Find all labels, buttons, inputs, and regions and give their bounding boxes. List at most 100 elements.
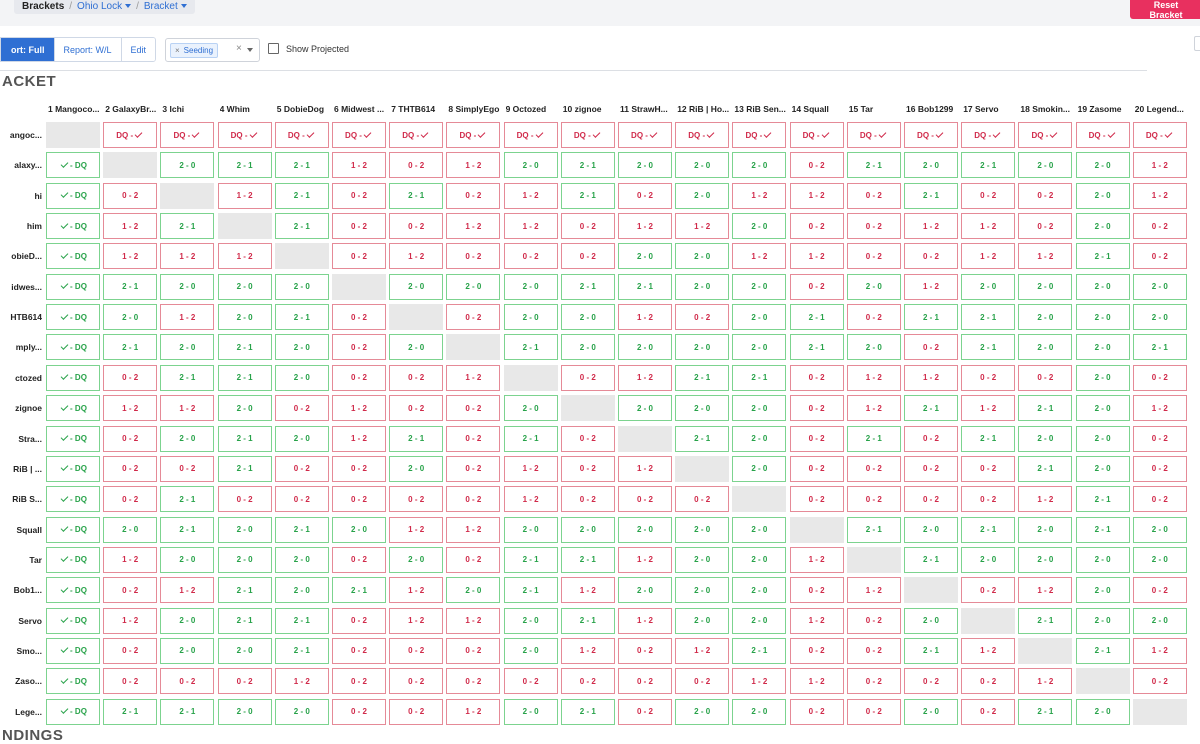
match-result-cell[interactable]: 2 - 0	[103, 304, 158, 331]
match-result-cell[interactable]: 0 - 2	[789, 152, 844, 179]
match-result-cell[interactable]: DQ -	[446, 122, 501, 148]
match-result-cell[interactable]: 2 - 0	[274, 546, 329, 573]
match-result-cell[interactable]: 2 - 0	[446, 577, 501, 604]
match-result-cell[interactable]: 2 - 0	[904, 516, 958, 543]
match-result-cell[interactable]: 1 - 2	[1132, 182, 1187, 209]
match-result-cell[interactable]: 2 - 0	[1018, 516, 1073, 543]
match-result-cell[interactable]: 1 - 2	[732, 668, 787, 695]
match-result-cell[interactable]: 2 - 1	[160, 364, 215, 391]
match-result-cell[interactable]: DQ -	[217, 122, 272, 148]
match-result-cell[interactable]: 2 - 0	[274, 273, 329, 300]
match-result-cell[interactable]: 1 - 2	[1132, 395, 1187, 422]
match-result-cell[interactable]: 2 - 1	[1132, 334, 1187, 361]
match-result-cell[interactable]: 2 - 0	[560, 334, 615, 361]
match-result-cell[interactable]: 2 - 0	[274, 364, 329, 391]
match-result-cell[interactable]: DQ -	[1018, 122, 1073, 148]
match-result-cell[interactable]: 2 - 1	[160, 516, 215, 543]
match-result-cell[interactable]: 2 - 1	[503, 577, 558, 604]
match-result-cell[interactable]: 1 - 2	[160, 304, 215, 331]
match-result-cell[interactable]: 0 - 2	[103, 455, 158, 482]
match-result-cell[interactable]: - DQ	[46, 152, 100, 179]
match-result-cell[interactable]: 0 - 2	[618, 637, 672, 664]
match-result-cell[interactable]: 0 - 2	[503, 243, 558, 270]
match-result-cell[interactable]: 0 - 2	[560, 486, 615, 513]
match-result-cell[interactable]: 0 - 2	[846, 698, 901, 725]
match-result-cell[interactable]: 0 - 2	[332, 182, 386, 209]
match-result-cell[interactable]: 1 - 2	[560, 577, 615, 604]
match-result-cell[interactable]: DQ -	[675, 122, 730, 148]
match-result-cell[interactable]: 2 - 1	[274, 152, 329, 179]
match-result-cell[interactable]: 1 - 2	[332, 425, 386, 452]
match-result-cell[interactable]: 0 - 2	[1018, 182, 1073, 209]
empty-cell[interactable]	[332, 273, 386, 300]
match-result-cell[interactable]: 2 - 0	[389, 273, 444, 300]
match-result-cell[interactable]: 1 - 2	[1018, 577, 1073, 604]
match-result-cell[interactable]: 1 - 2	[446, 364, 501, 391]
match-result-cell[interactable]: 2 - 1	[560, 607, 615, 634]
match-result-cell[interactable]: 2 - 0	[1132, 273, 1187, 300]
breadcrumb-view-dropdown[interactable]: Bracket	[144, 1, 187, 12]
match-result-cell[interactable]: 0 - 2	[789, 273, 844, 300]
match-result-cell[interactable]: 0 - 2	[904, 486, 958, 513]
match-result-cell[interactable]: 0 - 2	[446, 546, 501, 573]
match-result-cell[interactable]: 2 - 0	[675, 395, 730, 422]
match-result-cell[interactable]: 2 - 1	[389, 425, 444, 452]
match-result-cell[interactable]: 2 - 1	[904, 546, 958, 573]
match-result-cell[interactable]: 1 - 2	[961, 243, 1016, 270]
match-result-cell[interactable]: 1 - 2	[103, 546, 158, 573]
match-result-cell[interactable]: 0 - 2	[103, 425, 158, 452]
match-result-cell[interactable]: 2 - 1	[560, 152, 615, 179]
match-result-cell[interactable]: 0 - 2	[332, 486, 386, 513]
match-result-cell[interactable]: 2 - 0	[103, 516, 158, 543]
breadcrumb-root[interactable]: Brackets	[22, 1, 64, 12]
empty-cell[interactable]	[618, 425, 672, 452]
match-result-cell[interactable]: 2 - 0	[732, 698, 787, 725]
match-result-cell[interactable]: 1 - 2	[446, 152, 501, 179]
match-result-cell[interactable]: 2 - 1	[846, 152, 901, 179]
match-result-cell[interactable]: 1 - 2	[789, 607, 844, 634]
match-result-cell[interactable]: DQ -	[618, 122, 672, 148]
match-result-cell[interactable]: 1 - 2	[1018, 486, 1073, 513]
match-result-cell[interactable]: 0 - 2	[274, 455, 329, 482]
match-result-cell[interactable]: 2 - 0	[1075, 607, 1130, 634]
match-result-cell[interactable]: 2 - 0	[1018, 304, 1073, 331]
match-result-cell[interactable]: 0 - 2	[1132, 668, 1187, 695]
match-result-cell[interactable]: 0 - 2	[675, 304, 730, 331]
match-result-cell[interactable]: - DQ	[46, 455, 100, 482]
match-result-cell[interactable]: - DQ	[46, 577, 100, 604]
match-result-cell[interactable]: 0 - 2	[332, 607, 386, 634]
match-result-cell[interactable]: 1 - 2	[732, 182, 787, 209]
match-result-cell[interactable]: 0 - 2	[332, 546, 386, 573]
match-result-cell[interactable]: 0 - 2	[961, 668, 1016, 695]
match-result-cell[interactable]: 0 - 2	[961, 182, 1016, 209]
match-result-cell[interactable]: - DQ	[46, 243, 100, 270]
match-result-cell[interactable]: 2 - 1	[1075, 516, 1130, 543]
match-result-cell[interactable]: 2 - 0	[1132, 516, 1187, 543]
match-result-cell[interactable]: 2 - 1	[904, 182, 958, 209]
match-result-cell[interactable]: 0 - 2	[332, 334, 386, 361]
match-result-cell[interactable]: 2 - 1	[1075, 243, 1130, 270]
match-result-cell[interactable]: 1 - 2	[904, 213, 958, 240]
match-result-cell[interactable]: DQ -	[560, 122, 615, 148]
match-result-cell[interactable]: 2 - 0	[1075, 213, 1130, 240]
match-result-cell[interactable]: 2 - 0	[560, 516, 615, 543]
match-result-cell[interactable]: 0 - 2	[217, 668, 272, 695]
match-result-cell[interactable]: 2 - 0	[160, 637, 215, 664]
match-result-cell[interactable]: 2 - 0	[1075, 152, 1130, 179]
match-result-cell[interactable]: 2 - 0	[1075, 364, 1130, 391]
match-result-cell[interactable]: 0 - 2	[846, 304, 901, 331]
match-result-cell[interactable]: 2 - 0	[1075, 182, 1130, 209]
match-result-cell[interactable]: 2 - 1	[1075, 486, 1130, 513]
match-result-cell[interactable]: 2 - 0	[274, 577, 329, 604]
match-result-cell[interactable]: 0 - 2	[1132, 486, 1187, 513]
empty-cell[interactable]	[503, 364, 558, 391]
match-result-cell[interactable]: 1 - 2	[846, 577, 901, 604]
match-result-cell[interactable]: 2 - 1	[217, 577, 272, 604]
match-result-cell[interactable]: 2 - 1	[904, 637, 958, 664]
match-result-cell[interactable]: 2 - 1	[961, 516, 1016, 543]
empty-cell[interactable]	[1018, 637, 1073, 664]
match-result-cell[interactable]: 2 - 1	[904, 304, 958, 331]
match-result-cell[interactable]: DQ -	[1075, 122, 1130, 148]
match-result-cell[interactable]: 2 - 0	[274, 334, 329, 361]
match-result-cell[interactable]: 2 - 0	[1018, 152, 1073, 179]
